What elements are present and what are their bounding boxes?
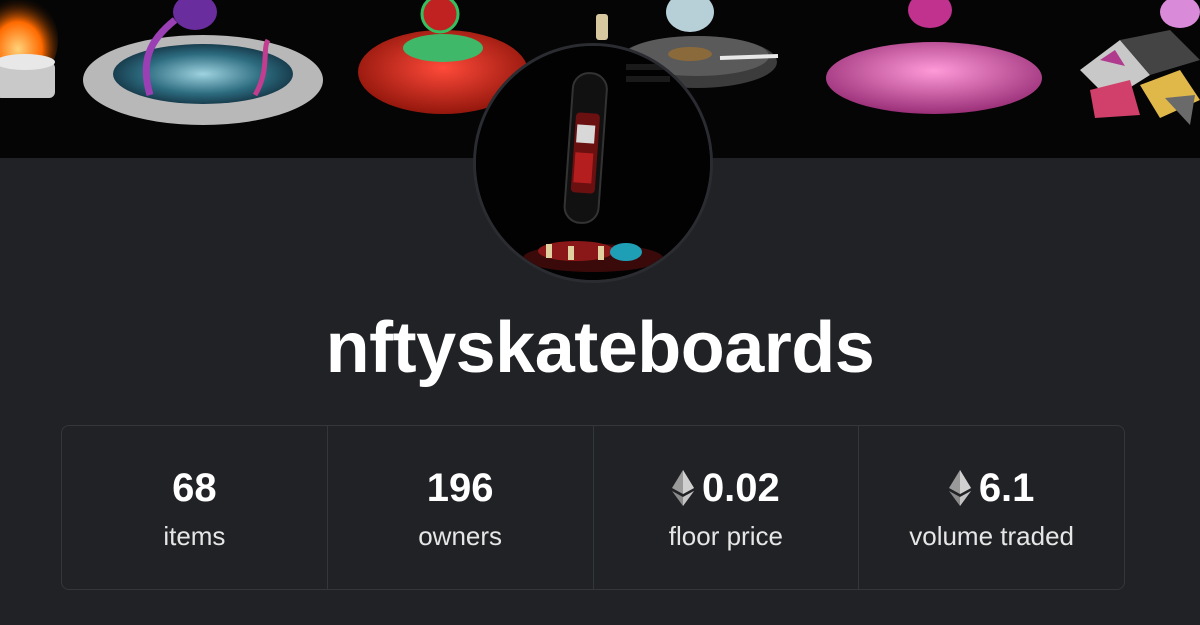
stat-value: 68	[172, 465, 217, 510]
stat-value-row: 196	[427, 463, 494, 513]
stat-value-row: 0.02	[671, 463, 780, 513]
stat-label: owners	[418, 520, 503, 551]
stat-label: volume traded	[909, 520, 1074, 551]
collection-page: nftyskateboards 68 items 196 owners 0.02…	[0, 0, 1200, 625]
stat-value: 6.1	[978, 465, 1035, 510]
stat-label: floor price	[668, 520, 783, 551]
collection-stats: 68 items 196 owners 0.02 floor price 6.1…	[61, 425, 1125, 590]
stat-value: 196	[426, 465, 494, 510]
stat-value-row: 68	[172, 463, 217, 513]
stat-floor-price[interactable]: 0.02 floor price	[594, 426, 860, 589]
collection-avatar	[473, 43, 713, 283]
ethereum-icon	[948, 469, 971, 506]
stat-label: items	[163, 520, 226, 551]
stat-items[interactable]: 68 items	[62, 426, 328, 589]
skateboard-artwork	[476, 46, 710, 280]
stat-value-row: 6.1	[948, 463, 1035, 513]
stat-owners[interactable]: 196 owners	[328, 426, 594, 589]
ethereum-icon	[671, 469, 694, 506]
stat-volume-traded[interactable]: 6.1 volume traded	[859, 426, 1124, 589]
collection-title: nftyskateboards	[325, 308, 875, 388]
stat-value: 0.02	[701, 465, 780, 510]
